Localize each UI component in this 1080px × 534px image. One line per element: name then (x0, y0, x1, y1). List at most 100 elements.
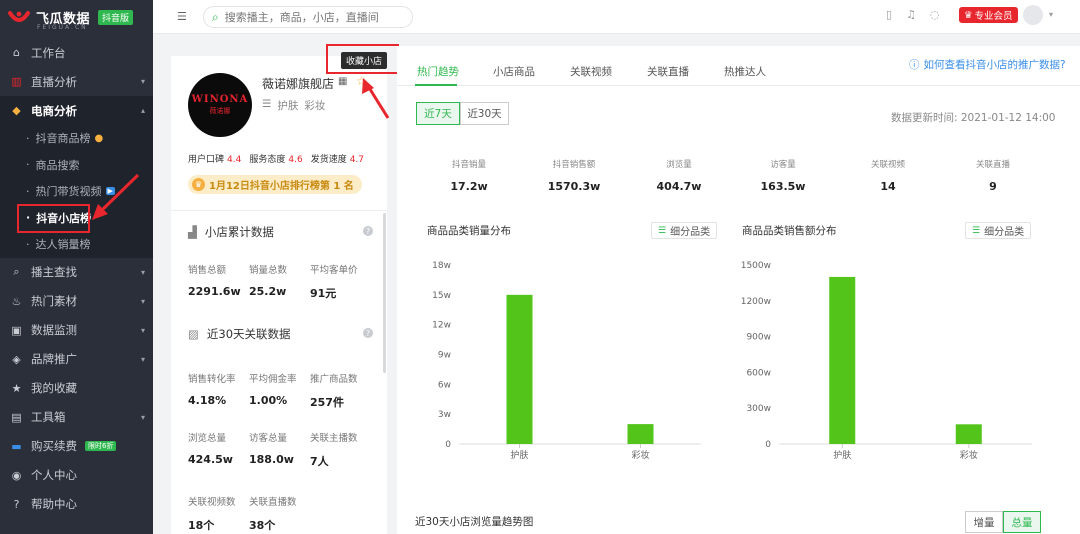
y-tick-label: 1500w (741, 261, 771, 271)
chart-title-sales-volume: 商品品类销量分布 (427, 225, 511, 237)
section-title-text: 近30天关联数据 (206, 327, 291, 341)
vip-badge[interactable]: ♛ 专业会员 (959, 7, 1018, 23)
y-tick-label: 900w (746, 333, 771, 343)
kpi-value: 9 (989, 180, 997, 193)
tab-related-videos[interactable]: 关联视频 (570, 64, 612, 79)
range-30days-button[interactable]: 近30天 (460, 102, 509, 125)
logo-badge: 抖音版 (98, 9, 134, 25)
sidebar-item-brand-promo[interactable]: ◈ 品牌推广 ▾ (0, 345, 153, 374)
y-tick-label: 6w (438, 380, 451, 390)
help-icon: ? (13, 497, 20, 511)
tab-hot-trend[interactable]: 热门趋势 (417, 64, 459, 79)
sidebar-item-hot-material[interactable]: ♨ 热门素材 ▾ (0, 287, 153, 316)
stat-label: 平均佣金率 (249, 374, 297, 385)
kpi-label: 抖音销售额 (552, 160, 596, 170)
stat-value: 4.18% (188, 394, 227, 407)
stat-page-views: 浏览总量 424.5w (188, 430, 233, 466)
stat-value: 18个 (188, 519, 215, 532)
tab-related-lives[interactable]: 关联直播 (647, 64, 689, 79)
sidebar-item-workbench[interactable]: ⌂ 工作台 (0, 38, 153, 67)
sidebar: 飞瓜数据 抖音版 FEIGUA.CN ⌂ 工作台 ▥ 直播分析 ▾ ◆ 电商分析… (0, 0, 153, 534)
sidebar-item-purchase[interactable]: ▬ 购买续费 限时6折 (0, 432, 153, 461)
video-tag-icon: ▶ (105, 187, 115, 196)
x-tick-label: 彩妆 (631, 449, 649, 461)
highlight-box-shop-rank (17, 204, 90, 233)
bar[interactable] (506, 294, 533, 444)
bar[interactable] (627, 424, 654, 444)
help-link[interactable]: ⓘ 如何查看抖音小店的推广数据? (909, 57, 1066, 72)
rating-value: 4.7 (349, 155, 365, 165)
shop-logo-subtext: 薇诺娜 (209, 107, 231, 115)
sub-item-douyin-goods-rank[interactable]: 抖音商品榜 ● (0, 125, 153, 152)
bar[interactable] (829, 276, 856, 444)
vip-icon: ♛ (964, 9, 973, 21)
ecommerce-submenu: 抖音商品榜 ● 商品搜索 热门带货视频 ▶ 抖音小店榜 达人销量榜 (0, 125, 153, 258)
rating-item: 发货速度 4.7 (311, 152, 364, 165)
sidebar-item-profile[interactable]: ◉ 个人中心 (0, 461, 153, 490)
sidebar-item-toolbox[interactable]: ▤ 工具箱 ▾ (0, 403, 153, 432)
fine-category-button[interactable]: ☰ 细分品类 (965, 222, 1032, 239)
kpi-value: 1570.3w (547, 180, 601, 193)
tab-hot-influencers[interactable]: 热推达人 (724, 64, 766, 79)
filter-icon: ☰ (972, 225, 981, 236)
logo-icon (8, 11, 30, 22)
menu-toggle-icon[interactable]: ☰ (177, 10, 187, 23)
stat-value: 38个 (249, 519, 276, 532)
avatar[interactable] (1023, 5, 1043, 25)
divider (171, 210, 387, 211)
sidebar-item-label: 购买续费 (31, 439, 77, 453)
rank-badge[interactable]: ♛ 1月12日抖音小店排行榜第 1 名 (188, 175, 362, 194)
bar-chart-icon: ▟ (188, 225, 197, 239)
stat-total-sales: 销售总额 2291.6w (188, 262, 241, 298)
sidebar-item-monitoring[interactable]: ▣ 数据监测 ▾ (0, 316, 153, 345)
headset-icon[interactable]: ◌ (930, 8, 940, 21)
mode-increment-button[interactable]: 增量 (965, 511, 1003, 533)
sub-item-influencer-sales-rank[interactable]: 达人销量榜 (0, 231, 153, 258)
search-input[interactable] (224, 10, 405, 24)
sidebar-item-help[interactable]: ? 帮助中心 (0, 490, 153, 519)
tab-shop-goods[interactable]: 小店商品 (493, 64, 535, 79)
question-icon[interactable]: ? (363, 328, 373, 338)
sub-item-goods-search[interactable]: 商品搜索 (0, 152, 153, 179)
sidebar-item-streamer-search[interactable]: ⌕ 播主查找 ▾ (0, 258, 153, 287)
search-box[interactable]: ⌕ (203, 6, 413, 28)
fine-category-label: 细分品类 (670, 227, 711, 238)
stat-commission: 平均佣金率 1.00% (249, 371, 297, 407)
sidebar-item-favorites[interactable]: ★ 我的收藏 (0, 374, 153, 403)
kpi-value: 14 (880, 180, 896, 193)
sidebar-item-ecommerce[interactable]: ◆ 电商分析 ▴ (0, 96, 153, 125)
rating-item: 用户口碑 4.4 (188, 152, 241, 165)
fine-category-label: 细分品类 (984, 227, 1025, 238)
fine-category-button[interactable]: ☰ 细分品类 (651, 222, 718, 239)
stat-value: 7人 (310, 455, 329, 468)
sub-item-hot-videos[interactable]: 热门带货视频 ▶ (0, 178, 153, 205)
sidebar-item-label: 个人中心 (31, 468, 77, 482)
stat-label: 访客总量 (249, 433, 288, 444)
chevron-down-icon[interactable]: ▾ (1049, 10, 1053, 19)
image-icon: ▨ (188, 327, 199, 341)
sidebar-item-label: 播主查找 (31, 265, 77, 279)
collect-star-icon[interactable]: ☆ (356, 74, 367, 88)
mode-total-button[interactable]: 总量 (1003, 511, 1041, 533)
sidebar-item-label: 热门素材 (31, 294, 77, 308)
question-icon[interactable]: ? (363, 226, 373, 236)
star-icon: ★ (11, 381, 22, 395)
trend-chart-title: 近30天小店浏览量趋势图 (415, 516, 534, 528)
chart-icon: ▥ (11, 75, 22, 88)
bell-icon[interactable]: ♫ (906, 8, 916, 21)
sidebar-item-live-analysis[interactable]: ▥ 直播分析 ▾ (0, 67, 153, 96)
range-7days-button[interactable]: 近7天 (416, 102, 460, 125)
scrollbar[interactable] (383, 213, 386, 373)
bar[interactable] (955, 424, 982, 444)
phone-icon[interactable]: ▯ (886, 8, 892, 21)
card-icon: ▬ (11, 439, 22, 453)
qr-code-icon[interactable]: ▦ (338, 76, 349, 87)
stat-label: 关联主播数 (310, 433, 358, 444)
kpi-visitors: 访客量 163.5w (738, 158, 828, 193)
section-cumulative-title: ▟ 小店累计数据 (188, 224, 274, 240)
fire-icon: ♨ (11, 294, 22, 308)
tab-underline (415, 84, 457, 86)
shop-info-card: WINONA 薇诺娜 薇诺娜旗舰店 ▦ ☆ ☰ 护肤 彩妆 用户口碑 4.4 服务… (171, 56, 387, 534)
shop-categories: ☰ 护肤 彩妆 (262, 98, 325, 113)
megaphone-icon: ◈ (12, 352, 21, 366)
